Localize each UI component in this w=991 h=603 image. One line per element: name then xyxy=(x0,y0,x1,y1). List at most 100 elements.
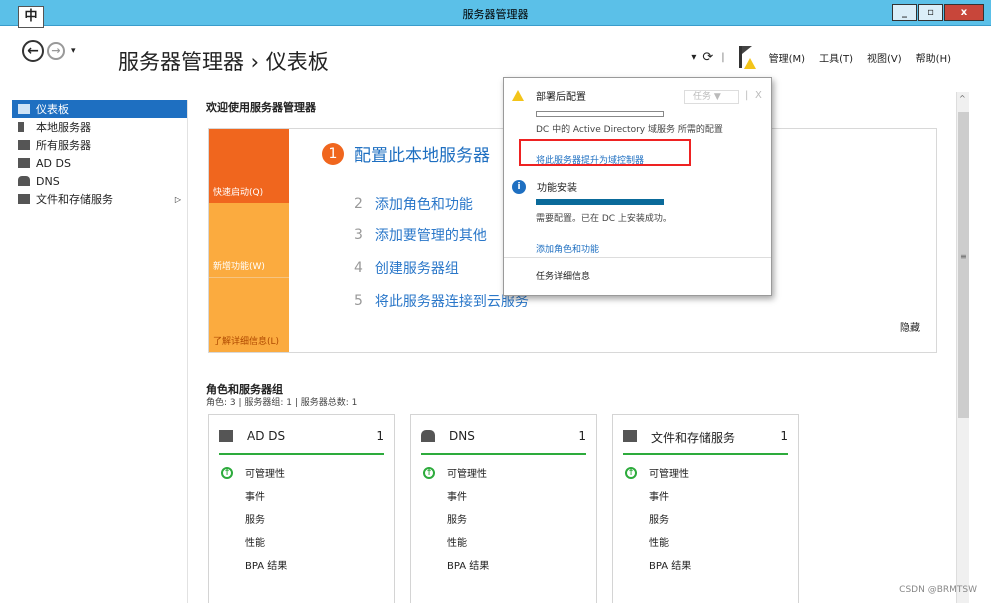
step-number: 2 xyxy=(354,196,363,212)
forward-arrow-icon[interactable]: → xyxy=(47,42,65,60)
row-performance[interactable]: 性能 xyxy=(221,530,287,553)
row-bpa[interactable]: BPA 结果 xyxy=(625,553,691,576)
sidebar-item-ad-ds[interactable]: AD DS xyxy=(12,154,187,172)
row-performance[interactable]: 性能 xyxy=(625,530,691,553)
tile-dns[interactable]: DNS 1 ↑ 可管理性 事件 服务 性能 BPA 结果 xyxy=(410,414,597,603)
progress-bar-complete xyxy=(536,199,664,205)
divider xyxy=(504,257,771,258)
notifications-flag-icon[interactable] xyxy=(735,46,756,69)
menu-tools[interactable]: 工具(T) xyxy=(819,50,853,65)
tile-name: DNS xyxy=(449,429,475,443)
row-services[interactable]: 服务 xyxy=(625,507,691,530)
row-label: 事件 xyxy=(447,492,467,503)
scroll-up-icon[interactable]: ^ xyxy=(959,94,966,103)
row-events[interactable]: 事件 xyxy=(221,484,287,507)
refresh-icon[interactable]: ⟳ xyxy=(702,50,713,65)
minimize-button[interactable]: _ xyxy=(892,4,917,21)
sidebar-item-local-server[interactable]: 本地服务器 xyxy=(12,118,187,136)
row-label: 服务 xyxy=(245,515,265,526)
vertical-scrollbar[interactable]: ^ ≡ xyxy=(956,92,969,603)
row-label: 可管理性 xyxy=(447,469,487,480)
refresh-dropdown-icon[interactable]: ▾ xyxy=(691,52,696,63)
tab-learn-more[interactable]: 了解详细信息(L) xyxy=(209,277,289,352)
section-description: DC 中的 Active Directory 域服务 所需的配置 xyxy=(536,125,723,135)
separator: | xyxy=(745,90,749,101)
row-bpa[interactable]: BPA 结果 xyxy=(423,553,489,576)
up-arrow-icon: ↑ xyxy=(625,466,637,479)
watermark: CSDN @BRMTSW xyxy=(899,585,977,595)
tile-name: 文件和存储服务 xyxy=(651,431,736,445)
row-label: 可管理性 xyxy=(649,469,689,480)
ad-ds-icon xyxy=(219,430,233,442)
menu-help[interactable]: 帮助(H) xyxy=(916,50,951,65)
separator: | xyxy=(721,51,725,63)
hide-link[interactable]: 隐藏 xyxy=(900,319,920,334)
task-details-link[interactable]: 任务详细信息 xyxy=(536,269,590,282)
tile-header: AD DS 1 xyxy=(219,429,384,455)
step-configure-server[interactable]: 1 配置此本地服务器 xyxy=(322,141,490,166)
row-events[interactable]: 事件 xyxy=(423,484,489,507)
tile-rows: ↑ 可管理性 事件 服务 性能 BPA 结果 xyxy=(221,461,287,576)
header-menus: ▾ ⟳ | 管理(M) 工具(T) 视图(V) 帮助(H) xyxy=(691,46,951,69)
up-arrow-icon: ↑ xyxy=(221,466,233,479)
sidebar-item-all-servers[interactable]: 所有服务器 xyxy=(12,136,187,154)
step-add-servers[interactable]: 3 添加要管理的其他 xyxy=(354,225,487,245)
step-link[interactable]: 添加角色和功能 xyxy=(375,194,473,214)
tile-header: 文件和存储服务 1 xyxy=(623,429,788,455)
tile-header: DNS 1 xyxy=(421,429,586,455)
row-label: 服务 xyxy=(447,515,467,526)
step-link[interactable]: 创建服务器组 xyxy=(375,258,459,278)
menu-manage[interactable]: 管理(M) xyxy=(769,50,805,65)
notification-popup: 部署后配置 任务 ▼ | X DC 中的 Active Directory 域服… xyxy=(503,77,772,296)
tile-ad-ds[interactable]: AD DS 1 ↑ 可管理性 事件 服务 性能 BPA 结果 xyxy=(208,414,395,603)
sidebar-item-dashboard[interactable]: 仪表板 xyxy=(12,100,187,118)
row-services[interactable]: 服务 xyxy=(221,507,287,530)
row-manageability[interactable]: ↑ 可管理性 xyxy=(221,461,287,484)
step-number: 1 xyxy=(322,142,344,165)
header: ← → ▾ 服务器管理器 › 仪表板 ▾ ⟳ | 管理(M) 工具(T) 视图(… xyxy=(0,26,991,92)
back-arrow-icon[interactable]: ← xyxy=(22,40,44,62)
row-manageability[interactable]: ↑ 可管理性 xyxy=(625,461,691,484)
sidebar-item-label: DNS xyxy=(36,174,60,188)
close-button[interactable]: x xyxy=(944,4,984,21)
tab-whats-new[interactable]: 新增功能(W) xyxy=(209,203,289,277)
row-bpa[interactable]: BPA 结果 xyxy=(221,553,287,576)
sidebar-item-file-storage[interactable]: 文件和存储服务 ▷ xyxy=(12,190,187,208)
scrollbar-thumb[interactable] xyxy=(958,112,969,418)
restore-button[interactable]: ▫ xyxy=(918,4,943,21)
title-bar: 服务器管理器 _ ▫ x xyxy=(0,0,991,26)
dismiss-button[interactable]: X xyxy=(755,90,762,101)
menu-view[interactable]: 视图(V) xyxy=(867,50,902,65)
sidebar-item-label: AD DS xyxy=(36,156,71,170)
row-performance[interactable]: 性能 xyxy=(423,530,489,553)
step-create-group[interactable]: 4 创建服务器组 xyxy=(354,258,459,278)
roles-summary: 角色: 3 | 服务器组: 1 | 服务器总数: 1 xyxy=(206,398,358,408)
tile-rows: ↑ 可管理性 事件 服务 性能 BPA 结果 xyxy=(423,461,489,576)
tile-file-storage[interactable]: 文件和存储服务 1 ↑ 可管理性 事件 服务 性能 BPA 结果 xyxy=(612,414,799,603)
sidebar-item-label: 所有服务器 xyxy=(36,139,91,152)
row-label: BPA 结果 xyxy=(447,561,490,572)
sidebar-item-label: 本地服务器 xyxy=(36,121,91,134)
step-link[interactable]: 添加要管理的其他 xyxy=(375,225,487,245)
row-events[interactable]: 事件 xyxy=(625,484,691,507)
tab-quick-start[interactable]: 快速启动(Q) xyxy=(209,129,289,203)
servers-icon xyxy=(18,140,30,150)
step-number: 4 xyxy=(354,260,363,276)
sidebar-item-dns[interactable]: DNS xyxy=(12,172,187,190)
promote-dc-link[interactable]: 将此服务器提升为域控制器 xyxy=(536,153,644,166)
post-deploy-section: 部署后配置 xyxy=(512,88,586,103)
history-dropdown-icon[interactable]: ▾ xyxy=(71,46,76,56)
step-link[interactable]: 配置此本地服务器 xyxy=(354,141,490,166)
tasks-dropdown[interactable]: 任务 ▼ xyxy=(684,90,739,104)
expand-arrow-icon[interactable]: ▷ xyxy=(175,195,181,204)
row-label: 性能 xyxy=(447,538,467,549)
quick-start-tabs: 快速启动(Q) 新增功能(W) 了解详细信息(L) xyxy=(209,129,289,352)
tile-count: 1 xyxy=(578,429,586,443)
add-roles-link[interactable]: 添加角色和功能 xyxy=(536,242,599,255)
row-label: BPA 结果 xyxy=(245,561,288,572)
ime-indicator[interactable]: 中 xyxy=(18,6,44,28)
step-add-roles[interactable]: 2 添加角色和功能 xyxy=(354,194,473,214)
row-services[interactable]: 服务 xyxy=(423,507,489,530)
row-label: 服务 xyxy=(649,515,669,526)
row-manageability[interactable]: ↑ 可管理性 xyxy=(423,461,489,484)
